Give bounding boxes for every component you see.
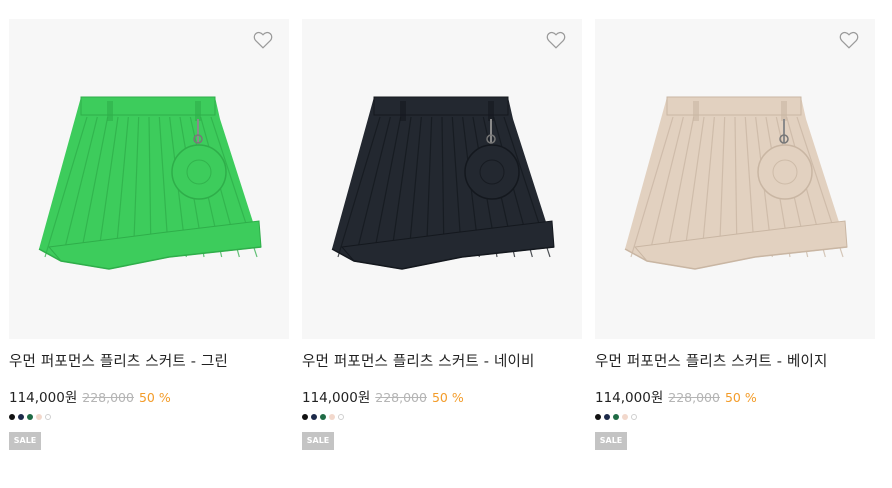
color-swatch[interactable]: [613, 414, 619, 420]
product-name[interactable]: 우먼 퍼포먼스 플리츠 스커트 - 그린: [9, 350, 228, 371]
color-swatches: [302, 414, 347, 422]
discount-rate: 50 %: [431, 390, 464, 405]
color-swatch[interactable]: [9, 414, 15, 420]
product-image[interactable]: [302, 19, 582, 339]
color-swatch[interactable]: [311, 414, 317, 420]
color-swatch[interactable]: [302, 414, 308, 420]
heart-icon[interactable]: [839, 31, 859, 49]
color-swatches: [9, 414, 54, 422]
price-row: 114,000원 228,000 50 %: [302, 386, 464, 406]
heart-icon[interactable]: [546, 31, 566, 49]
product-name[interactable]: 우먼 퍼포먼스 플리츠 스커트 - 네이비: [302, 350, 535, 371]
sale-badge: SALE: [302, 432, 334, 450]
color-swatch[interactable]: [338, 414, 344, 420]
skirt-image: [624, 96, 848, 270]
product-card[interactable]: 우먼 퍼포먼스 플리츠 스커트 - 그린 114,000원 228,000 50 %…: [9, 19, 289, 450]
color-swatch[interactable]: [631, 414, 637, 420]
original-price: 228,000: [82, 390, 134, 405]
sale-price: 114,000원: [9, 390, 78, 406]
color-swatch[interactable]: [329, 414, 335, 420]
discount-rate: 50 %: [138, 390, 171, 405]
price-row: 114,000원 228,000 50 %: [595, 386, 757, 406]
skirt-shape: [331, 96, 555, 270]
color-swatch[interactable]: [604, 414, 610, 420]
sale-price: 114,000원: [302, 390, 371, 406]
product-card[interactable]: 우먼 퍼포먼스 플리츠 스커트 - 네이비 114,000원 228,000 50 …: [302, 19, 582, 450]
color-swatch[interactable]: [18, 414, 24, 420]
discount-rate: 50 %: [724, 390, 757, 405]
skirt-image: [331, 96, 555, 270]
color-swatch[interactable]: [320, 414, 326, 420]
color-swatch[interactable]: [36, 414, 42, 420]
original-price: 228,000: [375, 390, 427, 405]
sale-badge: SALE: [595, 432, 627, 450]
product-image[interactable]: [595, 19, 875, 339]
product-image[interactable]: [9, 19, 289, 339]
heart-icon[interactable]: [253, 31, 273, 49]
color-swatch[interactable]: [45, 414, 51, 420]
sale-badge: SALE: [9, 432, 41, 450]
product-name[interactable]: 우먼 퍼포먼스 플리츠 스커트 - 베이지: [595, 350, 828, 371]
product-card[interactable]: 우먼 퍼포먼스 플리츠 스커트 - 베이지 114,000원 228,000 50 …: [595, 19, 875, 450]
skirt-shape: [38, 96, 262, 270]
color-swatch[interactable]: [622, 414, 628, 420]
sale-price: 114,000원: [595, 390, 664, 406]
price-row: 114,000원 228,000 50 %: [9, 386, 171, 406]
skirt-image: [38, 96, 262, 270]
original-price: 228,000: [668, 390, 720, 405]
skirt-shape: [624, 96, 848, 270]
color-swatch[interactable]: [27, 414, 33, 420]
color-swatch[interactable]: [595, 414, 601, 420]
color-swatches: [595, 414, 640, 422]
